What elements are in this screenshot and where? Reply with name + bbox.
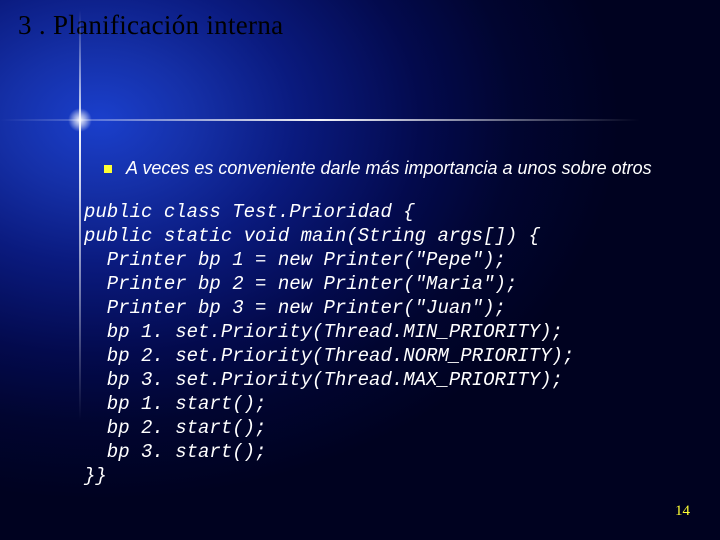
bullet-text: A veces es conveniente darle más importa…: [126, 158, 652, 179]
lens-flare-core: [68, 108, 92, 132]
bullet-row: A veces es conveniente darle más importa…: [104, 158, 708, 179]
slide-title: 3 . Planificación interna: [18, 10, 283, 41]
code-block: public class Test.Prioridad { public sta…: [84, 200, 574, 488]
slide: 3 . Planificación interna A veces es con…: [0, 0, 720, 540]
page-number: 14: [675, 503, 690, 520]
square-bullet-icon: [104, 165, 112, 173]
